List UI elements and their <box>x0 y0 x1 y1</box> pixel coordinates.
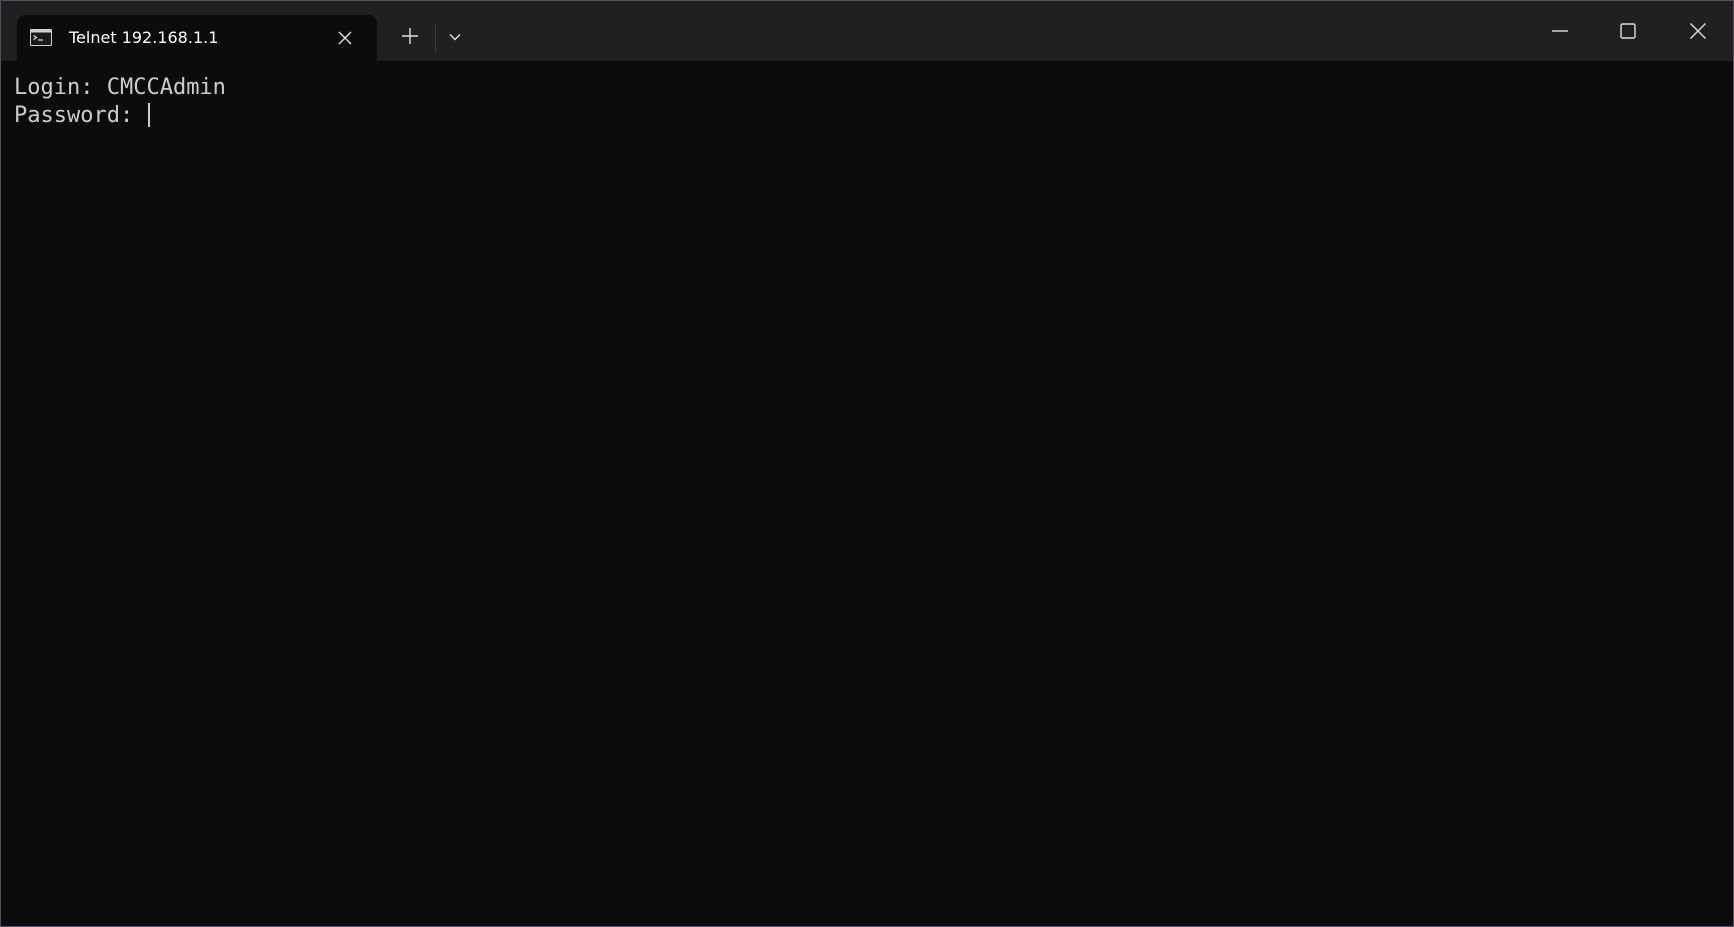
login-prompt: Login: <box>14 75 107 100</box>
close-icon[interactable] <box>1675 11 1721 51</box>
maximize-icon[interactable] <box>1605 11 1651 51</box>
title-bar[interactable]: Telnet 192.168.1.1 <box>1 1 1733 61</box>
login-line: Login: CMCCAdmin <box>14 74 1733 102</box>
text-cursor <box>148 103 151 127</box>
terminal-window: Telnet 192.168.1.1 Login: CMCCAdmin Pass… <box>0 0 1734 927</box>
chevron-down-icon[interactable] <box>443 25 467 49</box>
password-prompt: Password: <box>14 103 147 128</box>
tab-telnet[interactable]: Telnet 192.168.1.1 <box>17 15 377 61</box>
terminal-output[interactable]: Login: CMCCAdmin Password: <box>1 61 1733 926</box>
minimize-icon[interactable] <box>1537 11 1583 51</box>
tab-divider <box>435 23 436 53</box>
password-line: Password: <box>14 102 1733 130</box>
terminal-icon <box>30 29 52 46</box>
tab-title: Telnet 192.168.1.1 <box>69 28 219 47</box>
tab-close-icon[interactable] <box>333 26 357 50</box>
login-value: CMCCAdmin <box>106 75 226 100</box>
plus-icon[interactable] <box>397 23 423 49</box>
